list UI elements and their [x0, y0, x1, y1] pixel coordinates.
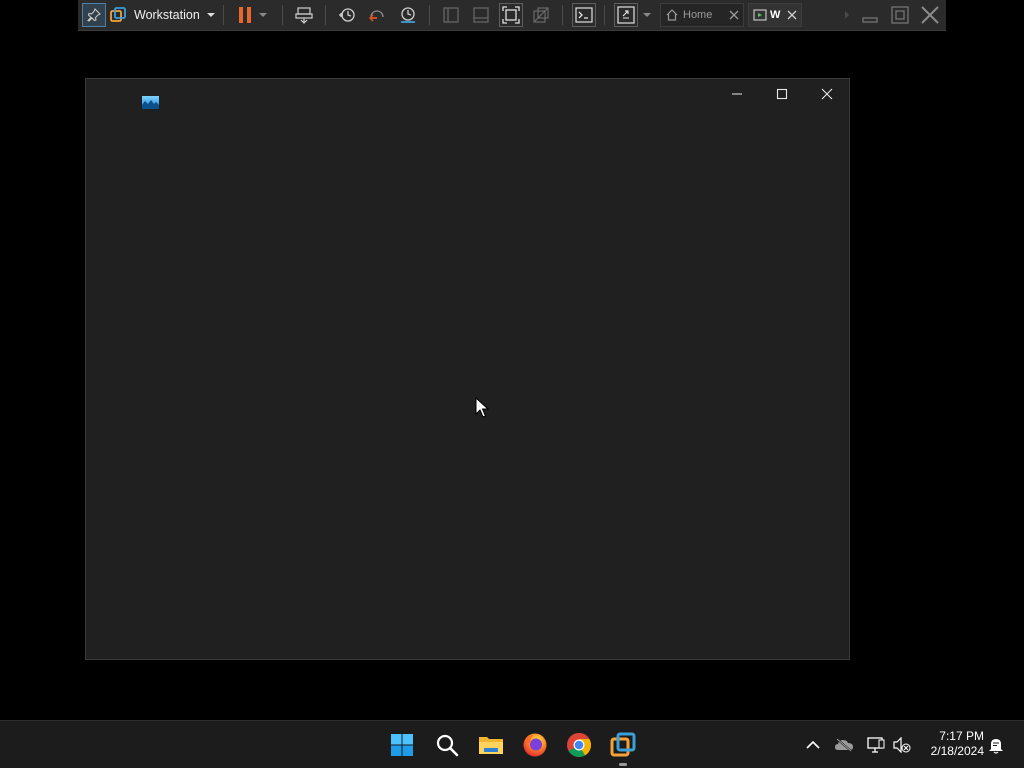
library-icon — [443, 7, 459, 23]
minimize-icon — [732, 93, 742, 95]
firefox-icon — [523, 733, 547, 757]
full-screen-button[interactable] — [499, 3, 523, 27]
search-button[interactable] — [431, 729, 463, 761]
start-button[interactable] — [386, 729, 418, 761]
mouse-cursor — [475, 396, 490, 419]
guest-app-window — [85, 78, 850, 660]
toolbar-separator — [562, 5, 563, 25]
show-library-button[interactable] — [439, 3, 463, 27]
snapshot-manager-icon — [401, 7, 415, 23]
exit-fullscreen-close-button[interactable] — [918, 3, 942, 27]
send-ctrl-alt-del-button[interactable] — [292, 3, 316, 27]
search-icon — [436, 734, 459, 757]
toolbar-separator — [282, 5, 283, 25]
clock-time: 7:17 PM — [939, 729, 984, 743]
vmware-icon — [610, 732, 636, 757]
close-icon — [729, 10, 739, 20]
clock[interactable]: 7:17 PM 2/18/2024 — [918, 729, 984, 759]
maximize-icon — [776, 88, 788, 100]
minimize-icon — [862, 17, 878, 23]
minimize-button[interactable] — [858, 3, 882, 27]
taskbar: 7:17 PM 2/18/2024 — [0, 720, 1024, 768]
guest-maximize-button[interactable] — [759, 80, 805, 108]
pin-toolbar-button[interactable] — [82, 3, 106, 27]
close-icon — [921, 6, 939, 24]
notification-center-button[interactable] — [986, 735, 1006, 755]
chevron-up-icon — [806, 740, 820, 749]
snapshot-icon — [339, 8, 355, 22]
fullscreen-icon — [502, 6, 520, 24]
tab-label: Home — [683, 9, 713, 21]
restore-icon — [891, 6, 909, 24]
console-icon — [575, 7, 593, 23]
toolbar-separator — [604, 5, 605, 25]
firefox-button[interactable] — [519, 729, 551, 761]
windows-start-icon — [391, 734, 413, 756]
vmware-logo-icon — [110, 7, 126, 22]
chevron-down-icon — [206, 13, 215, 17]
chrome-icon — [567, 732, 592, 758]
onedrive-icon — [835, 738, 853, 752]
stretch-icon — [617, 6, 635, 24]
console-view-button[interactable] — [572, 3, 596, 27]
cursor-arrow-icon — [475, 396, 490, 418]
toolbar-separator — [325, 5, 326, 25]
toolbar-separator — [223, 5, 224, 25]
show-hidden-icons-button[interactable] — [803, 735, 823, 755]
guest-minimize-button[interactable] — [714, 80, 760, 108]
close-icon — [787, 10, 797, 20]
app-icon-image — [142, 96, 159, 109]
home-icon — [666, 9, 678, 21]
chevron-down-icon — [643, 13, 651, 17]
pause-icon — [239, 7, 251, 23]
product-menu-button[interactable]: Workstation — [134, 3, 216, 27]
volume-muted-icon — [893, 737, 911, 753]
guest-close-button[interactable] — [804, 80, 850, 108]
tab-home-close-button[interactable] — [729, 10, 739, 20]
tab-scroll-right-button[interactable] — [840, 3, 854, 27]
tab-virtual-machine[interactable]: W — [748, 3, 802, 27]
power-options-dropdown[interactable] — [256, 3, 270, 27]
vmware-fullscreen-toolbar: Workstation Home W — [78, 0, 946, 31]
vm-tab-icon — [753, 9, 767, 21]
volume-tray-icon[interactable] — [892, 735, 912, 755]
stretch-options-dropdown[interactable] — [640, 3, 654, 27]
send-keys-icon — [295, 7, 313, 24]
unity-button[interactable] — [529, 3, 553, 27]
tab-label: W — [770, 9, 781, 21]
take-snapshot-button[interactable] — [335, 3, 359, 27]
tab-vm-close-button[interactable] — [787, 10, 797, 20]
notification-bell-icon — [989, 739, 1003, 754]
app-icon — [142, 96, 159, 109]
network-tray-icon[interactable] — [866, 735, 886, 755]
clock-date: 2/18/2024 — [930, 744, 984, 758]
revert-snapshot-icon — [368, 10, 384, 22]
vmware-workstation-button[interactable] — [607, 729, 639, 761]
stretch-guest-button[interactable] — [614, 3, 638, 27]
pin-icon — [87, 8, 101, 22]
file-explorer-button[interactable] — [475, 729, 507, 761]
thumbnail-bar-button[interactable] — [469, 3, 493, 27]
revert-snapshot-button[interactable] — [365, 3, 389, 27]
network-icon — [867, 737, 885, 753]
restore-button[interactable] — [888, 3, 912, 27]
desktop: Workstation Home W 7:17 PM 2/18/2024 — [0, 0, 1024, 768]
chrome-button[interactable] — [563, 729, 595, 761]
product-menu-label: Workstation — [134, 8, 200, 22]
chevron-right-icon — [845, 11, 849, 19]
pause-button[interactable] — [233, 3, 257, 27]
chevron-down-icon — [259, 13, 267, 17]
tab-home[interactable]: Home — [660, 3, 744, 27]
onedrive-tray-icon[interactable] — [834, 735, 854, 755]
file-explorer-icon — [479, 737, 503, 754]
snapshot-manager-button[interactable] — [396, 3, 420, 27]
thumbnail-icon — [473, 7, 489, 23]
close-icon — [821, 88, 833, 100]
vmware-logo[interactable] — [106, 3, 130, 27]
running-app-indicator — [619, 763, 627, 766]
toolbar-separator — [429, 5, 430, 25]
unity-icon — [533, 7, 549, 23]
